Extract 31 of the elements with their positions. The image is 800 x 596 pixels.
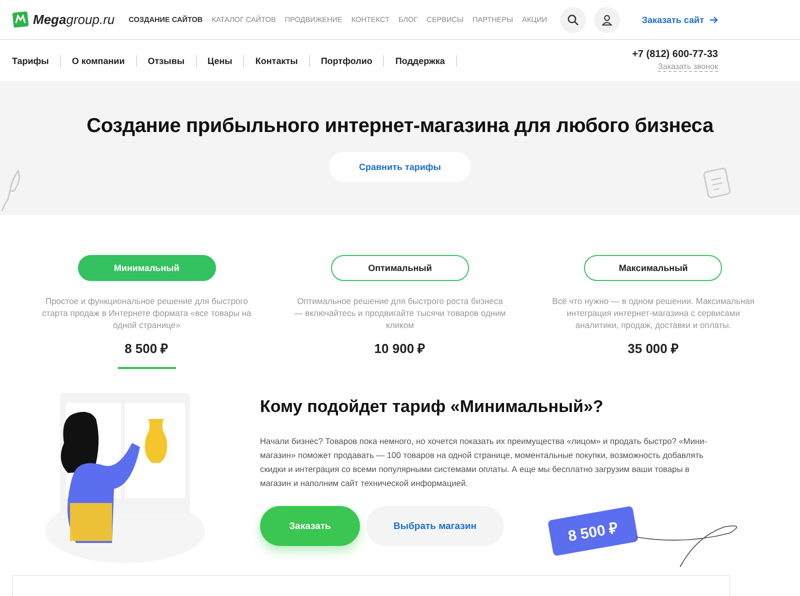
tariff-description: Оптимальное решение для быстрого роста бизнеса — включайтесь и продвигайте тысячи товаров одним кликом [293, 295, 507, 331]
tariff-price: 8 500 ₽ [124, 340, 169, 357]
order-site-link[interactable]: Заказать сайт [642, 14, 718, 24]
tariff-tab[interactable]: Оптимальный [330, 255, 469, 281]
tariff-description: Простое и функциональное решение для быстрого старта продаж в Интернете формата «все товары на одной странице» [41, 295, 252, 331]
tariff-tab[interactable]: Максимальный [584, 255, 722, 281]
search-icon [566, 14, 579, 26]
tariff-price: 10 900 ₽ [374, 340, 426, 357]
logo-text[interactable]: Megagroup.ru [33, 12, 115, 27]
choose-shop-button[interactable]: Выбрать магазин [366, 506, 504, 546]
tariff-price: 35 000 ₽ [628, 340, 679, 357]
user-icon [600, 14, 613, 26]
subnav-link[interactable]: О компании [60, 54, 137, 66]
hero-title: Создание прибыльного интернет-магазина для любого бизнеса [86, 115, 714, 138]
logo-icon [12, 11, 29, 28]
phone-number: +7 (812) 600-77-33 [632, 49, 718, 60]
subnav-link[interactable]: Цены [196, 54, 244, 66]
profile-button[interactable] [594, 6, 620, 32]
callback-link[interactable]: Заказать звонок [658, 62, 718, 72]
subnav-link[interactable]: Контакты [244, 54, 310, 66]
tariff-heading: Кому подойдет тариф «Минимальный»? [260, 397, 604, 417]
tariff-text: Начали бизнес? Товаров пока немного, но хочется показать их преимущества «лицом» и продать быстро? «Мини-магазин» поможет продавать — 100 товаров на одной странице, моментальные покупки, возможность добавлять скидки и интеграция со всеми популярными системами оплаты. А еще мы бесплатно загрузим ваши товары в магазин и наполним сайт технической информацией. [260, 435, 708, 490]
price-tag: 8 500 ₽ [548, 506, 638, 556]
subnav-link[interactable]: Тарифы [12, 54, 61, 66]
tariff-description: Всё что нужно — в одном решении. Максимальная интеграция интернет-магазина с сервисами аналитики, продаж, доставки и оплаты. [551, 295, 756, 331]
compare-button[interactable]: Сравнить тарифы [329, 152, 471, 182]
arrow-right-icon [710, 16, 718, 24]
subnav-link[interactable]: Портфолио [310, 54, 384, 66]
subnav-link[interactable]: Отзывы [136, 54, 197, 66]
search-button[interactable] [560, 6, 586, 32]
subnav-link[interactable]: Поддержка [384, 54, 457, 66]
